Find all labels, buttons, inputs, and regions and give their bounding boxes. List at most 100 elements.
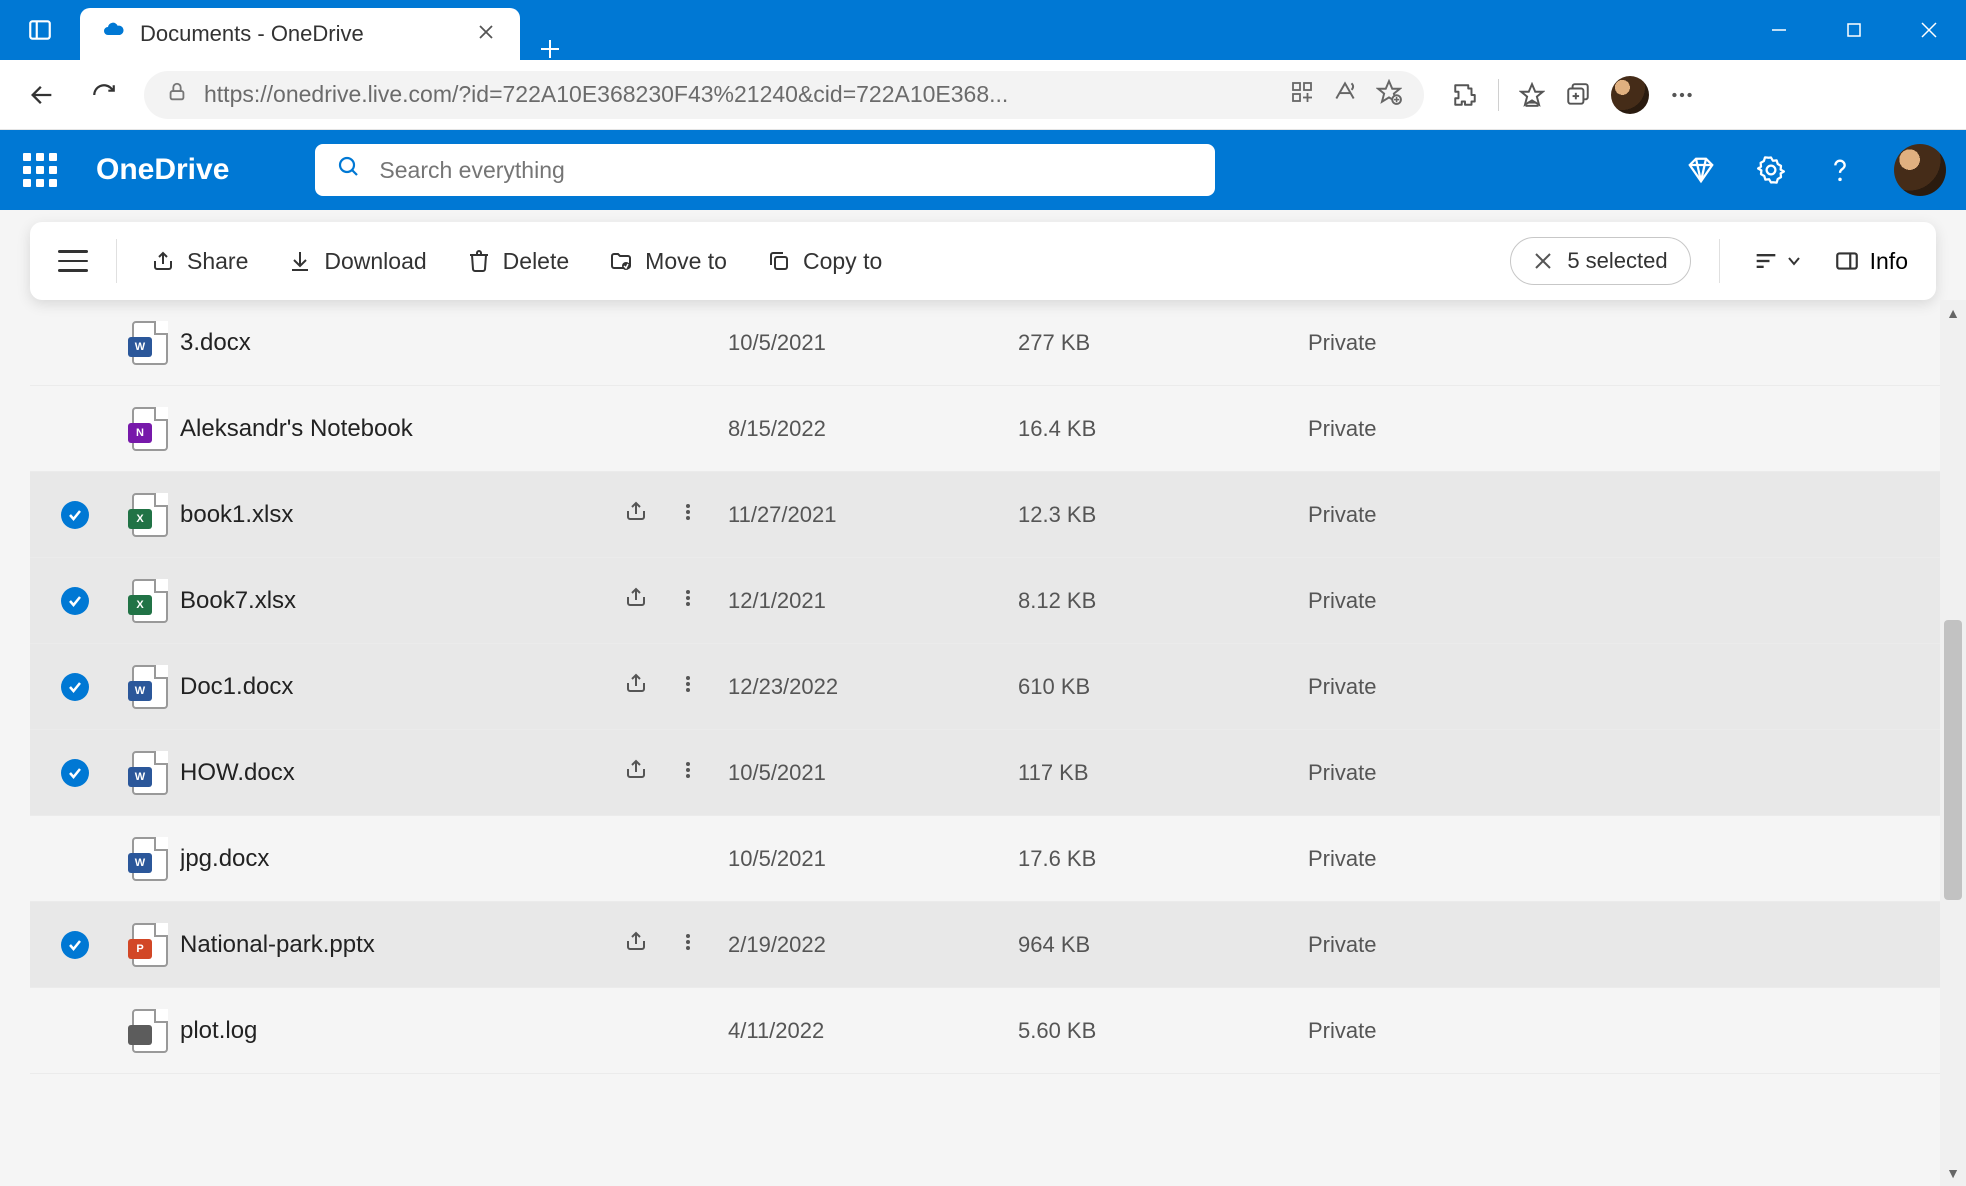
info-label: Info	[1870, 248, 1908, 275]
file-name[interactable]: Book7.xlsx	[180, 587, 604, 615]
site-info-lock-icon[interactable]	[166, 81, 188, 109]
extensions-button[interactable]	[1452, 82, 1478, 108]
file-name[interactable]: National-park.pptx	[180, 931, 604, 959]
row-share-icon[interactable]	[624, 585, 648, 616]
file-name[interactable]: book1.xlsx	[180, 501, 604, 529]
file-sharing: Private	[1308, 330, 1508, 356]
file-row[interactable]: Xbook1.xlsx11/27/202112.3 KBPrivate	[30, 472, 1940, 558]
file-size: 12.3 KB	[1018, 502, 1308, 528]
command-divider	[1719, 239, 1720, 283]
share-button[interactable]: Share	[145, 240, 254, 283]
search-box[interactable]	[315, 144, 1215, 196]
file-row[interactable]: plot.log4/11/20225.60 KBPrivate	[30, 988, 1940, 1074]
row-share-icon[interactable]	[624, 671, 648, 702]
row-share-icon[interactable]	[624, 757, 648, 788]
row-select-checkbox[interactable]	[30, 673, 120, 701]
new-tab-button[interactable]	[520, 38, 580, 60]
file-modified-date: 12/1/2021	[728, 588, 1018, 614]
file-row[interactable]: Wjpg.docx10/5/202117.6 KBPrivate	[30, 816, 1940, 902]
settings-gear-icon[interactable]	[1756, 155, 1786, 185]
copy-to-button[interactable]: Copy to	[761, 240, 888, 283]
file-modified-date: 8/15/2022	[728, 416, 1018, 442]
file-sharing: Private	[1308, 1018, 1508, 1044]
file-row[interactable]: W3.docx10/5/2021277 KBPrivate	[30, 300, 1940, 386]
more-menu-button[interactable]	[1669, 82, 1695, 108]
help-icon[interactable]	[1826, 156, 1854, 184]
selection-pill[interactable]: 5 selected	[1510, 237, 1690, 285]
file-type-icon: W	[120, 751, 180, 795]
add-favorite-icon[interactable]	[1376, 79, 1402, 111]
row-more-icon[interactable]	[678, 501, 698, 529]
collections-button[interactable]	[1565, 82, 1591, 108]
file-row[interactable]: WHOW.docx10/5/2021117 KBPrivate	[30, 730, 1940, 816]
move-to-label: Move to	[645, 248, 727, 275]
file-modified-date: 12/23/2022	[728, 674, 1018, 700]
clear-selection-icon[interactable]	[1533, 251, 1553, 271]
file-type-icon: N	[120, 407, 180, 451]
file-name[interactable]: jpg.docx	[180, 845, 604, 873]
file-size: 8.12 KB	[1018, 588, 1308, 614]
nav-menu-button[interactable]	[58, 246, 88, 276]
profile-avatar[interactable]	[1611, 76, 1649, 114]
row-more-icon[interactable]	[678, 931, 698, 959]
file-row[interactable]: NAleksandr's Notebook8/15/202216.4 KBPri…	[30, 386, 1940, 472]
scroll-thumb[interactable]	[1944, 620, 1962, 900]
file-name[interactable]: 3.docx	[180, 329, 604, 357]
sort-button[interactable]	[1748, 243, 1806, 279]
row-more-icon[interactable]	[678, 759, 698, 787]
row-share-icon[interactable]	[624, 929, 648, 960]
window-minimize-button[interactable]	[1741, 0, 1816, 60]
delete-label: Delete	[503, 248, 569, 275]
file-name[interactable]: HOW.docx	[180, 759, 604, 787]
onedrive-favicon-icon	[102, 19, 126, 49]
row-select-checkbox[interactable]	[30, 759, 120, 787]
file-size: 17.6 KB	[1018, 846, 1308, 872]
file-modified-date: 2/19/2022	[728, 932, 1018, 958]
row-select-checkbox[interactable]	[30, 587, 120, 615]
file-type-icon: W	[120, 665, 180, 709]
shopping-icon[interactable]	[1290, 80, 1314, 110]
onedrive-header: OneDrive	[0, 130, 1966, 210]
app-launcher-button[interactable]	[20, 150, 60, 190]
file-type-icon	[120, 1009, 180, 1053]
refresh-button[interactable]	[82, 73, 126, 117]
move-to-button[interactable]: Move to	[603, 240, 733, 283]
row-select-checkbox[interactable]	[30, 931, 120, 959]
favorites-button[interactable]	[1519, 82, 1545, 108]
row-more-icon[interactable]	[678, 587, 698, 615]
command-bar: Share Download Delete Move to Copy to 5 …	[30, 222, 1936, 300]
url-box[interactable]: https://onedrive.live.com/?id=722A10E368…	[144, 71, 1424, 119]
file-row[interactable]: PNational-park.pptx2/19/2022964 KBPrivat…	[30, 902, 1940, 988]
window-maximize-button[interactable]	[1816, 0, 1891, 60]
vertical-scrollbar[interactable]: ▲ ▼	[1940, 300, 1966, 1186]
window-close-button[interactable]	[1891, 0, 1966, 60]
row-more-icon[interactable]	[678, 673, 698, 701]
back-button[interactable]	[20, 73, 64, 117]
search-input[interactable]	[379, 157, 1193, 184]
download-label: Download	[324, 248, 426, 275]
file-name[interactable]: Doc1.docx	[180, 673, 604, 701]
scroll-down-arrow[interactable]: ▼	[1940, 1160, 1966, 1186]
copy-to-label: Copy to	[803, 248, 882, 275]
read-aloud-icon[interactable]	[1332, 79, 1358, 111]
tab-actions-button[interactable]	[0, 0, 80, 60]
file-modified-date: 4/11/2022	[728, 1018, 1018, 1044]
delete-button[interactable]: Delete	[461, 240, 575, 283]
file-row[interactable]: WDoc1.docx12/23/2022610 KBPrivate	[30, 644, 1940, 730]
search-icon	[337, 155, 361, 185]
toolbar-divider	[1498, 79, 1499, 111]
info-button[interactable]: Info	[1834, 248, 1908, 275]
row-select-checkbox[interactable]	[30, 501, 120, 529]
premium-icon[interactable]	[1686, 155, 1716, 185]
brand-label[interactable]: OneDrive	[96, 153, 229, 187]
tab-close-button[interactable]	[474, 19, 498, 50]
file-row[interactable]: XBook7.xlsx12/1/20218.12 KBPrivate	[30, 558, 1940, 644]
row-share-icon[interactable]	[624, 499, 648, 530]
file-name[interactable]: Aleksandr's Notebook	[180, 415, 604, 443]
account-avatar[interactable]	[1894, 144, 1946, 196]
browser-tab[interactable]: Documents - OneDrive	[80, 8, 520, 60]
file-name[interactable]: plot.log	[180, 1017, 604, 1045]
download-button[interactable]: Download	[282, 240, 432, 283]
scroll-up-arrow[interactable]: ▲	[1940, 300, 1966, 326]
file-sharing: Private	[1308, 846, 1508, 872]
